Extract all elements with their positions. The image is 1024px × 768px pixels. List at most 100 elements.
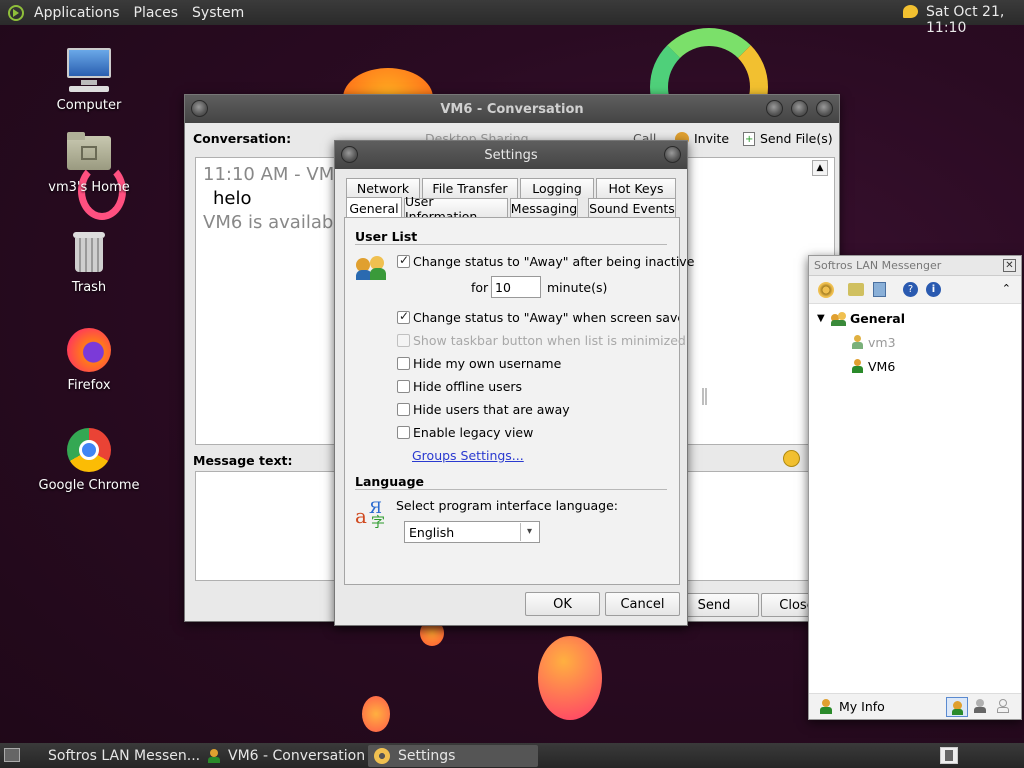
messenger-status-bar: My Info (809, 693, 1021, 719)
hide-username-checkbox[interactable] (397, 357, 410, 370)
user-offline-icon (852, 335, 863, 349)
settings-dialog: Settings Network File Transfer Logging H… (334, 140, 694, 626)
scroll-up-icon[interactable]: ▲ (812, 160, 828, 176)
hide-offline-label: Hide offline users (413, 379, 523, 394)
show-desktop-icon[interactable] (4, 748, 20, 762)
log-timestamp: 11:10 AM - VM6 (203, 164, 346, 185)
show-taskbar-checkbox[interactable] (397, 334, 410, 347)
chat-tray-icon[interactable] (903, 5, 918, 18)
close-dialog-button[interactable] (664, 146, 681, 163)
gear-icon[interactable] (818, 282, 834, 298)
hide-away-label: Hide users that are away (413, 402, 570, 417)
folder-icon[interactable] (848, 283, 864, 296)
desktop-icon-firefox[interactable]: Firefox (34, 326, 144, 393)
legacy-view-label: Enable legacy view (413, 425, 534, 440)
emoticon-icon[interactable] (783, 450, 800, 467)
user-list-header: User List (355, 229, 418, 244)
window-menu-button[interactable] (341, 146, 358, 163)
tab-messaging[interactable]: Messaging (510, 198, 578, 218)
contact-vm3[interactable]: vm3 (849, 333, 1009, 353)
user-online-icon (852, 359, 863, 373)
hide-username-label: Hide my own username (413, 356, 562, 371)
window-menu-button[interactable] (191, 100, 208, 117)
settings-titlebar[interactable]: Settings (335, 141, 687, 169)
contact-vm6[interactable]: VM6 (849, 357, 1009, 377)
taskbar-item-conversation[interactable]: VM6 - Conversation (202, 745, 366, 767)
status-away-icon[interactable] (973, 698, 987, 714)
workspace-switcher-icon[interactable] (940, 747, 958, 764)
desktop-icon-trash[interactable]: Trash (34, 228, 144, 295)
section-divider (355, 244, 667, 245)
desktop-icon-label: Firefox (67, 378, 111, 393)
away-screensaver-label: Change status to "Away" when screen save… (413, 310, 679, 325)
chevron-down-icon[interactable]: ▼ (817, 313, 825, 324)
trash-icon (65, 228, 113, 276)
messenger-title: Softros LAN Messenger (814, 259, 942, 272)
tab-sound-events[interactable]: Sound Events (588, 198, 676, 218)
close-window-button[interactable] (816, 100, 833, 117)
chevron-down-icon[interactable]: ▾ (520, 523, 538, 541)
ok-button[interactable]: OK (525, 592, 600, 616)
send-files-button[interactable]: + Send File(s) (743, 131, 833, 146)
clock[interactable]: Sat Oct 21, 11:10 (926, 4, 1024, 36)
history-icon[interactable] (873, 282, 886, 297)
log-status: VM6 is available (203, 212, 350, 233)
cancel-button[interactable]: Cancel (605, 592, 680, 616)
language-header: Language (355, 474, 425, 489)
group-general[interactable]: General (850, 311, 905, 326)
user-icon (820, 699, 832, 714)
chevron-up-icon[interactable]: ⌃ (1002, 282, 1011, 295)
hide-away-checkbox[interactable] (397, 403, 410, 416)
decorative-blob (538, 636, 602, 720)
conversation-titlebar[interactable]: VM6 - Conversation (185, 95, 839, 123)
status-online-icon[interactable] (946, 697, 968, 717)
close-icon[interactable]: ✕ (1003, 259, 1016, 272)
desktop-icon-label: Trash (71, 280, 107, 295)
desktop-icon-label: vm3's Home (48, 180, 130, 195)
desktop-icon-chrome[interactable]: Google Chrome (34, 426, 144, 493)
desktop-icon-home[interactable]: vm3's Home (34, 128, 144, 195)
decorative-blob (362, 696, 390, 732)
computer-icon (65, 46, 113, 94)
minimize-button[interactable] (766, 100, 783, 117)
help-icon[interactable]: ? (903, 282, 918, 297)
distro-logo-icon[interactable] (8, 4, 24, 21)
text-cursor-icon (702, 388, 707, 405)
applications-menu[interactable]: Applications (34, 5, 120, 21)
tab-logging[interactable]: Logging (520, 178, 594, 198)
desktop-icon-computer[interactable]: Computer (34, 46, 144, 113)
tab-general[interactable]: General (346, 197, 402, 218)
away-inactive-checkbox[interactable] (397, 253, 410, 268)
legacy-view-checkbox[interactable] (397, 426, 410, 439)
system-menu[interactable]: System (192, 5, 244, 21)
taskbar-item-settings[interactable]: Settings (368, 745, 538, 767)
my-info-button[interactable]: My Info (839, 699, 885, 714)
group-icon (831, 312, 847, 326)
taskbar-item-messenger[interactable]: Softros LAN Messen... (34, 745, 200, 767)
maximize-button[interactable] (791, 100, 808, 117)
language-icon: a Я 字 (355, 498, 385, 531)
info-icon[interactable]: i (926, 282, 941, 297)
general-settings-panel: User List Change status to "Away" after … (344, 217, 694, 585)
messenger-window: Softros LAN Messenger ✕ ? i ⌃ ▼ General … (808, 255, 1022, 720)
groups-settings-link[interactable]: Groups Settings... (412, 448, 524, 463)
tab-user-information[interactable]: User Information (404, 194, 508, 224)
messenger-titlebar[interactable]: Softros LAN Messenger ✕ (809, 256, 1021, 276)
desktop-icon-label: Computer (56, 98, 122, 113)
status-offline-icon[interactable] (996, 698, 1010, 714)
home-folder-icon (65, 128, 113, 176)
chrome-icon (65, 426, 113, 474)
minutes-label: minute(s) (547, 280, 608, 295)
away-screensaver-checkbox[interactable] (397, 309, 410, 324)
firefox-icon (65, 326, 113, 374)
contact-list[interactable]: ▼ General vm3 VM6 (809, 304, 1021, 684)
messenger-toolbar: ? i ⌃ (809, 276, 1021, 304)
places-menu[interactable]: Places (134, 5, 179, 21)
section-divider (355, 489, 667, 490)
hide-offline-checkbox[interactable] (397, 380, 410, 393)
minutes-input[interactable]: 10 (491, 276, 541, 298)
for-label: for (471, 280, 489, 295)
desktop-icon-label: Google Chrome (38, 478, 140, 493)
language-select[interactable]: English ▾ (404, 521, 540, 543)
tab-hot-keys[interactable]: Hot Keys (596, 178, 676, 198)
